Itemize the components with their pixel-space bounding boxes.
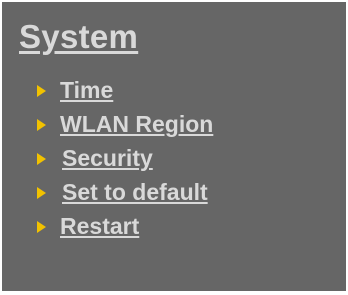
menu-item-time[interactable]: Time bbox=[37, 78, 213, 112]
menu-item-set-to-default[interactable]: Set to default bbox=[37, 180, 213, 214]
system-menu-list: Time WLAN Region Security Set to default… bbox=[37, 78, 213, 248]
arrow-right-icon bbox=[37, 153, 46, 165]
menu-item-security[interactable]: Security bbox=[37, 146, 213, 180]
menu-item-label[interactable]: Security bbox=[62, 146, 153, 170]
menu-item-label[interactable]: Set to default bbox=[62, 180, 208, 204]
arrow-right-icon bbox=[37, 119, 46, 131]
menu-item-label[interactable]: Time bbox=[60, 78, 113, 102]
system-title-link[interactable]: System bbox=[19, 20, 138, 53]
arrow-right-icon bbox=[37, 85, 46, 97]
menu-item-restart[interactable]: Restart bbox=[37, 214, 213, 248]
menu-item-wlan-region[interactable]: WLAN Region bbox=[37, 112, 213, 146]
arrow-right-icon bbox=[37, 221, 46, 233]
menu-item-label[interactable]: Restart bbox=[60, 214, 139, 238]
menu-item-label[interactable]: WLAN Region bbox=[60, 112, 213, 136]
arrow-right-icon bbox=[37, 187, 46, 199]
system-menu-panel: System Time WLAN Region Security Set to … bbox=[2, 2, 346, 291]
